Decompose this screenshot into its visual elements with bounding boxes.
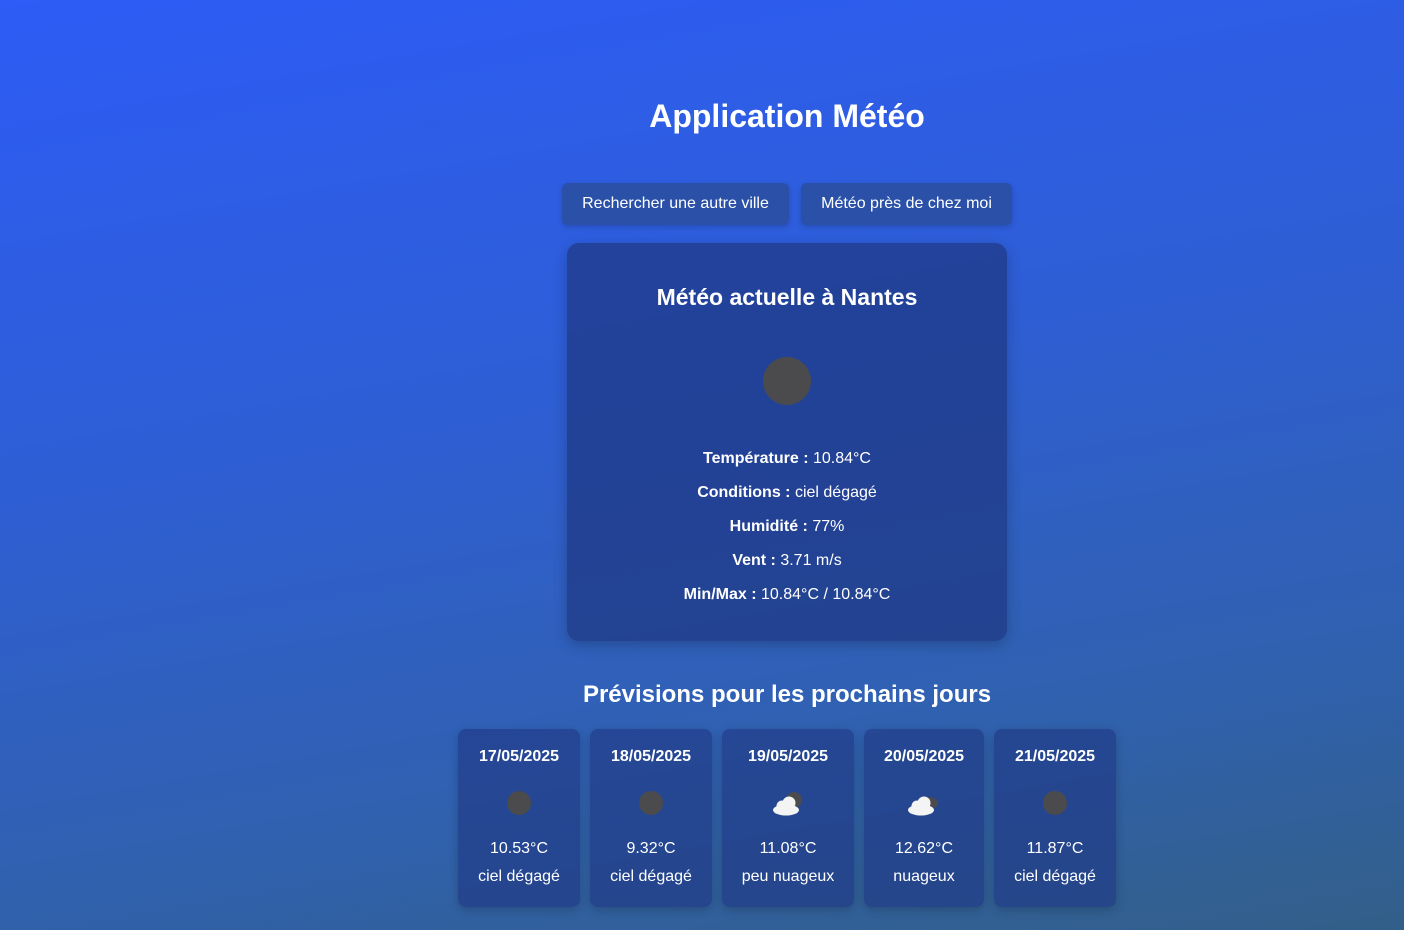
forecast-icon-wrap: [590, 789, 712, 817]
forecast-icon-wrap: [994, 789, 1116, 817]
forecast-temperature: 11.08°C: [759, 840, 817, 857]
detail-label: Min/Max :: [683, 586, 757, 603]
forecast-description: ciel dégagé: [610, 868, 692, 885]
few-clouds-icon: [773, 792, 802, 816]
clear-sky-icon: [1043, 791, 1067, 815]
detail-conditions: Conditions : ciel dégagé: [567, 482, 1007, 516]
detail-value: 10.84°C: [812, 450, 871, 467]
detail-min-max: Min/Max : 10.84°C / 10.84°C: [567, 584, 1007, 618]
forecast-description: ciel dégagé: [1014, 868, 1096, 885]
forecast-description: ciel dégagé: [478, 868, 560, 885]
detail-value: ciel dégagé: [794, 484, 877, 501]
forecast-date: 17/05/2025: [478, 748, 560, 765]
forecast-temperature: 12.62°C: [895, 840, 953, 857]
forecast-day-card: 21/05/2025 11.87°C ciel dégagé: [994, 729, 1116, 907]
forecast-date: 21/05/2025: [1014, 748, 1096, 765]
cloudy-icon: [908, 796, 938, 816]
detail-value: 77%: [812, 518, 845, 535]
detail-temperature: Température : 10.84°C: [567, 448, 1007, 482]
forecast-date: 20/05/2025: [883, 748, 965, 765]
forecast-temperature: 10.53°C: [490, 840, 548, 857]
forecast-day-card: 19/05/2025 11.08°C peu nuageux: [722, 729, 854, 907]
clear-sky-icon: [507, 791, 531, 815]
forecast-icon-wrap: [458, 789, 580, 817]
forecast-date: 18/05/2025: [610, 748, 692, 765]
detail-label: Humidité :: [729, 518, 808, 535]
detail-wind: Vent : 3.71 m/s: [567, 550, 1007, 584]
forecast-temperature: 9.32°C: [626, 840, 676, 857]
detail-label: Température :: [703, 450, 809, 467]
forecast-list: 17/05/2025 10.53°C ciel dégagé 18/05/202…: [458, 729, 1116, 907]
forecast-temperature: 11.87°C: [1026, 840, 1084, 857]
forecast-date: 19/05/2025: [747, 748, 829, 765]
forecast-description: peu nuageux: [741, 868, 835, 885]
search-other-city-button[interactable]: Rechercher une autre ville: [562, 183, 789, 225]
clear-sky-icon: [763, 357, 811, 405]
detail-label: Conditions :: [697, 484, 791, 501]
forecast-day-card: 18/05/2025 9.32°C ciel dégagé: [590, 729, 712, 907]
action-buttons: Rechercher une autre ville Météo près de…: [562, 183, 1012, 225]
forecast-title: Prévisions pour les prochains jours: [582, 681, 992, 708]
current-weather-title: Météo actuelle à Nantes: [656, 284, 918, 310]
current-weather-card: Météo actuelle à Nantes Température : 10…: [567, 243, 1007, 641]
detail-humidity: Humidité : 77%: [567, 516, 1007, 550]
forecast-day-card: 17/05/2025 10.53°C ciel dégagé: [458, 729, 580, 907]
page-title: Application Météo: [649, 98, 925, 134]
forecast-description: nuageux: [893, 868, 955, 885]
forecast-icon-wrap: [722, 789, 854, 817]
forecast-day-card: 20/05/2025 12.62°C nuageux: [864, 729, 984, 907]
weather-app: Application Météo Rechercher une autre v…: [0, 0, 1404, 930]
detail-label: Vent :: [732, 552, 776, 569]
forecast-icon-wrap: [864, 789, 984, 817]
detail-value: 3.71 m/s: [780, 552, 842, 569]
current-weather-details: Température : 10.84°C Conditions : ciel …: [567, 448, 1007, 618]
weather-near-me-button[interactable]: Météo près de chez moi: [801, 183, 1012, 225]
clear-sky-icon: [639, 791, 663, 815]
detail-value: 10.84°C / 10.84°C: [761, 586, 891, 603]
